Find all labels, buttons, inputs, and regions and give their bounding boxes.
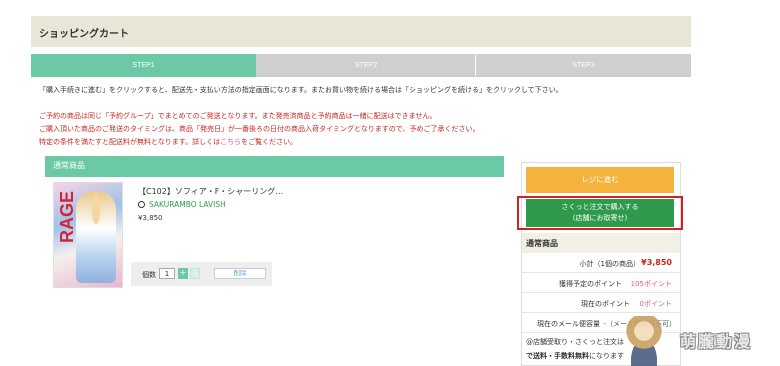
earned-points-row: 獲得予定のポイント 105ポイント <box>522 273 680 293</box>
earned-points-label: 獲得予定のポイント <box>559 280 622 288</box>
step-3: STEP3 <box>476 54 691 77</box>
warning-line-3-pre: 特定の条件を満たすと配送料が無料となります。詳しくは <box>39 138 221 146</box>
product-thumbnail[interactable]: RAGE <box>53 182 123 288</box>
product-figure-image <box>76 191 116 283</box>
quantity-plus-button[interactable]: + <box>178 268 188 279</box>
watermark: 萌朧動漫 <box>618 316 780 366</box>
subtotal-label: 小計（1個の商品） <box>579 260 640 268</box>
current-points-label: 現在のポイント <box>581 300 630 308</box>
product-brand-label: SAKURAMBO LAVISH <box>149 200 226 209</box>
subtotal-value: ¥3,850 <box>641 258 672 267</box>
product-thumb-text: RAGE <box>57 190 77 243</box>
earned-points-value: 105ポイント <box>630 280 672 288</box>
page-title: ショッピングカート <box>39 29 129 40</box>
warning-line-1: ご予約の商品は同じ「予約グループ」でまとめてのご発送となります。また発売済商品と… <box>39 112 437 120</box>
step-2: STEP2 <box>256 54 476 77</box>
watermark-text: 萌朧動漫 <box>680 332 753 351</box>
warning-line-3-post: をご覧ください。 <box>241 138 298 146</box>
shipping-details-link[interactable]: こちら <box>220 138 241 146</box>
circle-icon <box>138 201 145 208</box>
summary-title: 通常商品 <box>522 233 680 253</box>
register-button[interactable]: レジに進む <box>526 167 674 193</box>
quantity-row: 個数 1 + - 削除 <box>131 262 272 286</box>
category-header: 通常商品 <box>45 156 504 177</box>
delete-button[interactable]: 削除 <box>214 268 266 279</box>
mail-capacity-label: 現在のメール便容量 <box>537 320 600 328</box>
product-price: ¥3,850 <box>138 214 163 222</box>
checkout-info-text: 「購入手続きに進む」をクリックすると、配送先・支払い方法の指定画面になります。ま… <box>39 86 563 94</box>
checkout-steps: STEP1 STEP2 STEP3 <box>31 54 691 77</box>
current-points-row: 現在のポイント 0ポイント <box>522 293 680 313</box>
warning-line-2: ご購入頂いた商品のご発送のタイミングは、商品「発売日」が一番後ろの日付の商品入荷… <box>39 125 480 133</box>
highlight-box <box>517 196 683 230</box>
product-name-link[interactable]: 【C102】ソフィア・F・シャーリング… <box>138 186 283 197</box>
quantity-minus-button[interactable]: - <box>190 268 200 279</box>
note-bold: で送料・手数料無料 <box>526 352 589 360</box>
cart-header: ショッピングカート <box>31 16 691 47</box>
warning-line-3: 特定の条件を満たすと配送料が無料となります。詳しくはこちらをご覧ください。 <box>39 136 480 149</box>
cart-items-section: 通常商品 <box>45 156 504 177</box>
quantity-input[interactable]: 1 <box>159 268 175 279</box>
current-points-value: 0ポイント <box>639 300 672 308</box>
quantity-label: 個数 <box>142 271 156 279</box>
watermark-character-image <box>618 316 670 366</box>
warning-notice: ご予約の商品は同じ「予約グループ」でまとめてのご発送となります。また発売済商品と… <box>39 110 480 149</box>
product-brand[interactable]: SAKURAMBO LAVISH <box>138 200 226 209</box>
step-1: STEP1 <box>31 54 256 77</box>
subtotal-row: 小計（1個の商品） ¥3,850 <box>522 253 680 273</box>
